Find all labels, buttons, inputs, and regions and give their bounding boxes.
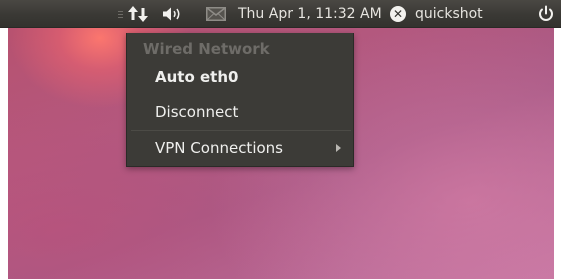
user-name[interactable]: quickshot [415,0,483,28]
top-panel: Thu Apr 1, 11:32 AM ✕ quickshot [0,0,561,28]
window-border-right [554,28,561,279]
user-status-icon[interactable]: ✕ [390,0,410,28]
desktop: Thu Apr 1, 11:32 AM ✕ quickshot Wired Ne… [0,0,561,279]
volume-icon[interactable] [162,0,186,28]
power-icon[interactable] [537,0,557,28]
menu-item-disconnect[interactable]: Disconnect [127,99,353,125]
clock[interactable]: Thu Apr 1, 11:32 AM [238,0,382,28]
menu-item-vpn-connections[interactable]: VPN Connections [127,135,353,161]
menu-item-label: VPN Connections [155,139,283,157]
network-menu: Wired Network Auto eth0 Disconnect VPN C… [126,33,354,167]
network-icon[interactable] [127,0,153,28]
submenu-arrow-icon [336,144,341,152]
envelope-icon[interactable] [206,0,228,28]
menu-separator [131,130,351,131]
x-icon: ✕ [390,6,406,22]
panel-drag-handle[interactable] [117,0,123,28]
menu-header-wired-network: Wired Network [143,40,270,58]
menu-item-auto-eth0[interactable]: Auto eth0 [127,64,353,90]
window-border-left [0,28,8,279]
